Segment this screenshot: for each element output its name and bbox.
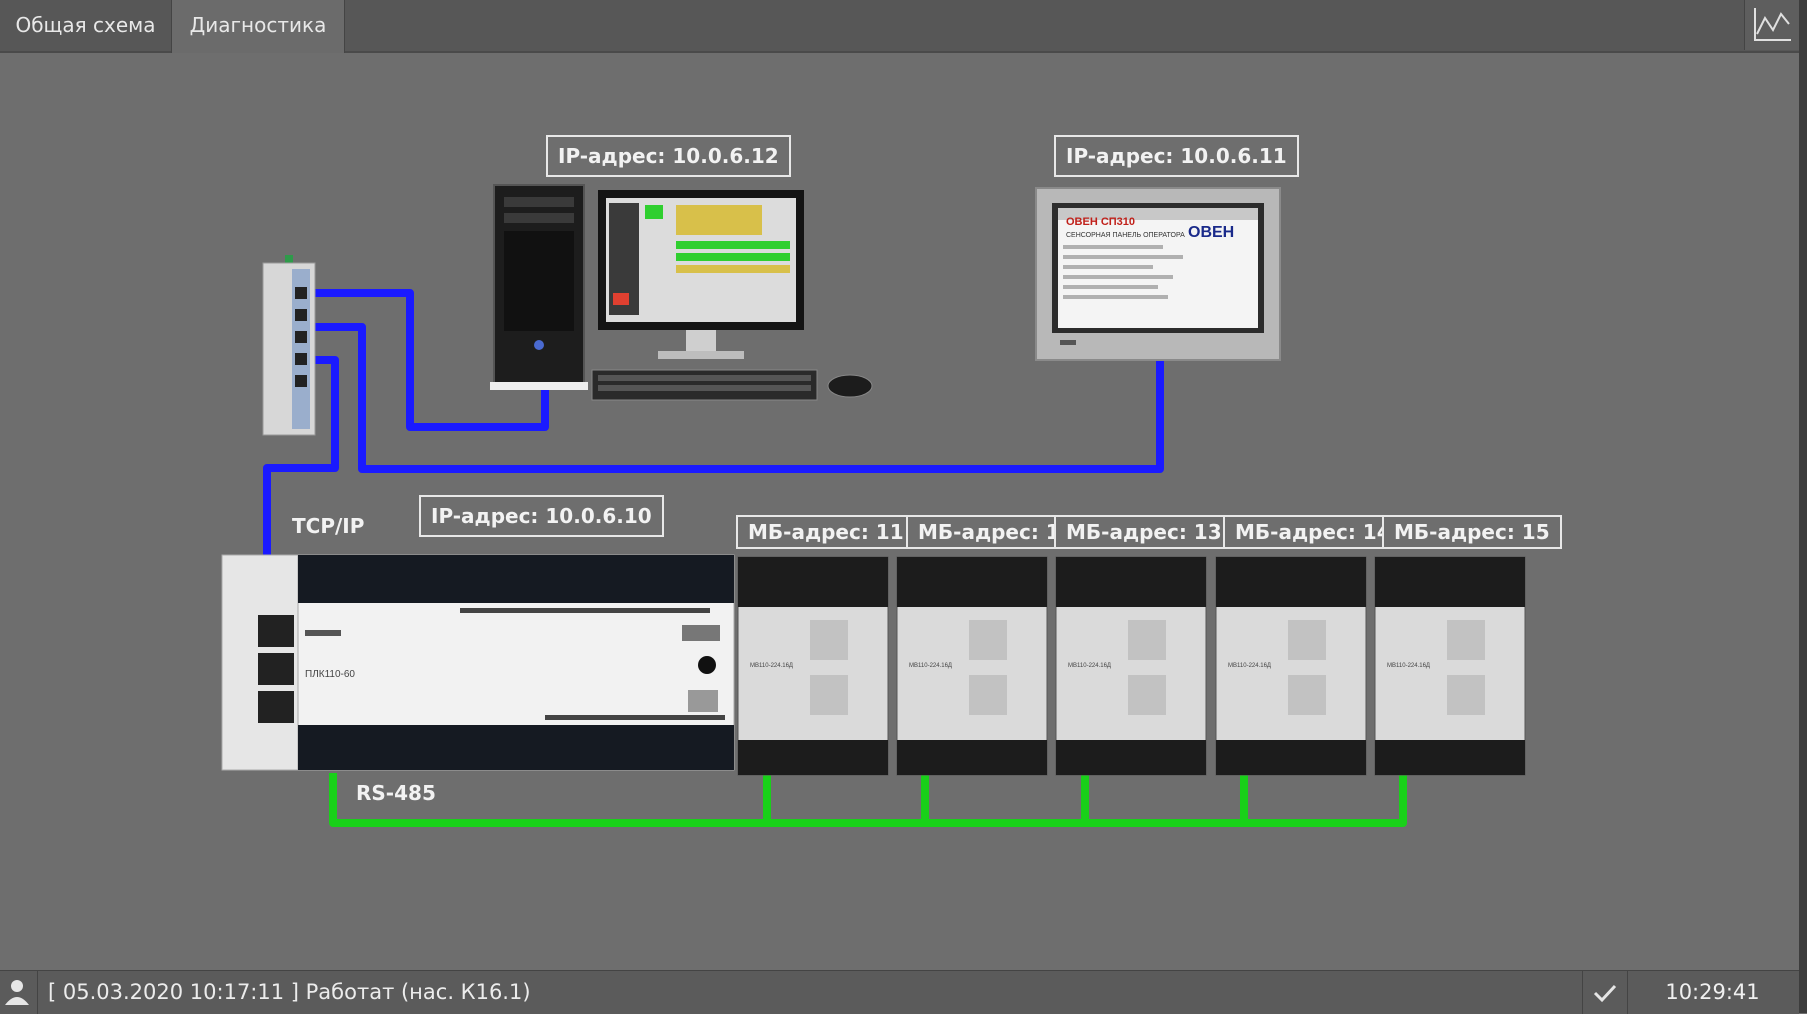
chart-line-icon [1754,8,1791,41]
status-message: [ 05.03.2020 10:17:11 ] Работат (нас. К1… [48,980,531,1004]
plc-controller [221,554,735,771]
tcp-ip-label: TCP/IP [292,514,365,538]
acknowledge-button[interactable] [1582,971,1628,1014]
panel-subtitle-text: СЕНСОРНАЯ ПАНЕЛЬ ОПЕРАТОРА [1066,232,1185,239]
status-bar: [ 05.03.2020 10:17:11 ] Работат (нас. К1… [0,970,1799,1014]
user-icon [5,980,29,1005]
panel-brand-text: ОВЕН СП310 [1066,216,1135,228]
module-address-label-15: МБ-адрес: 15 [1382,515,1562,549]
scheme-drawing: ОВЕН СП310 СЕНСОРНАЯ ПАНЕЛЬ ОПЕРАТОРА ОВ… [221,184,1526,827]
rs485-bus [329,773,1407,827]
check-icon [1593,984,1617,1003]
rs485-label: RS-485 [356,781,436,805]
module-address-label-11: МБ-адрес: 11 [736,515,916,549]
clock: 10:29:41 [1665,980,1760,1004]
module-model-text: МВ110-224.16Д [750,663,793,669]
module-model-text: МВ110-224.16Д [909,663,952,669]
operator-panel [1035,187,1281,361]
network-scheme: ОВЕН СП310 СЕНСОРНАЯ ПАНЕЛЬ ОПЕРАТОРА ОВ… [0,55,1799,970]
pc-tower [490,184,588,390]
module-address-label-13: МБ-адрес: 13 [1054,515,1234,549]
module-model-text: МВ110-224.16Д [1068,663,1111,669]
tab-diagnostics[interactable]: Диагностика [172,0,345,53]
user-button[interactable] [0,971,38,1014]
trend-button[interactable] [1744,0,1799,50]
pc-ip-label: IP-адрес: 10.0.6.12 [546,135,791,177]
top-bar: Общая схема Диагностика [0,0,1807,53]
module-model-text: МВ110-224.16Д [1387,663,1430,669]
pc-monitor [591,190,873,401]
tab-general-scheme[interactable]: Общая схема [0,0,172,53]
ethernet-switch [262,255,316,436]
module-model-text: МВ110-224.16Д [1228,663,1271,669]
plc-ip-label: IP-адрес: 10.0.6.10 [419,495,664,537]
plc-model-text: ПЛК110-60 [305,669,355,680]
scrollbar-edge [1799,0,1807,1013]
module-address-label-14: МБ-адрес: 14 [1223,515,1403,549]
panel-logo-text: ОВЕН [1188,224,1234,241]
panel-ip-label: IP-адрес: 10.0.6.11 [1054,135,1299,177]
